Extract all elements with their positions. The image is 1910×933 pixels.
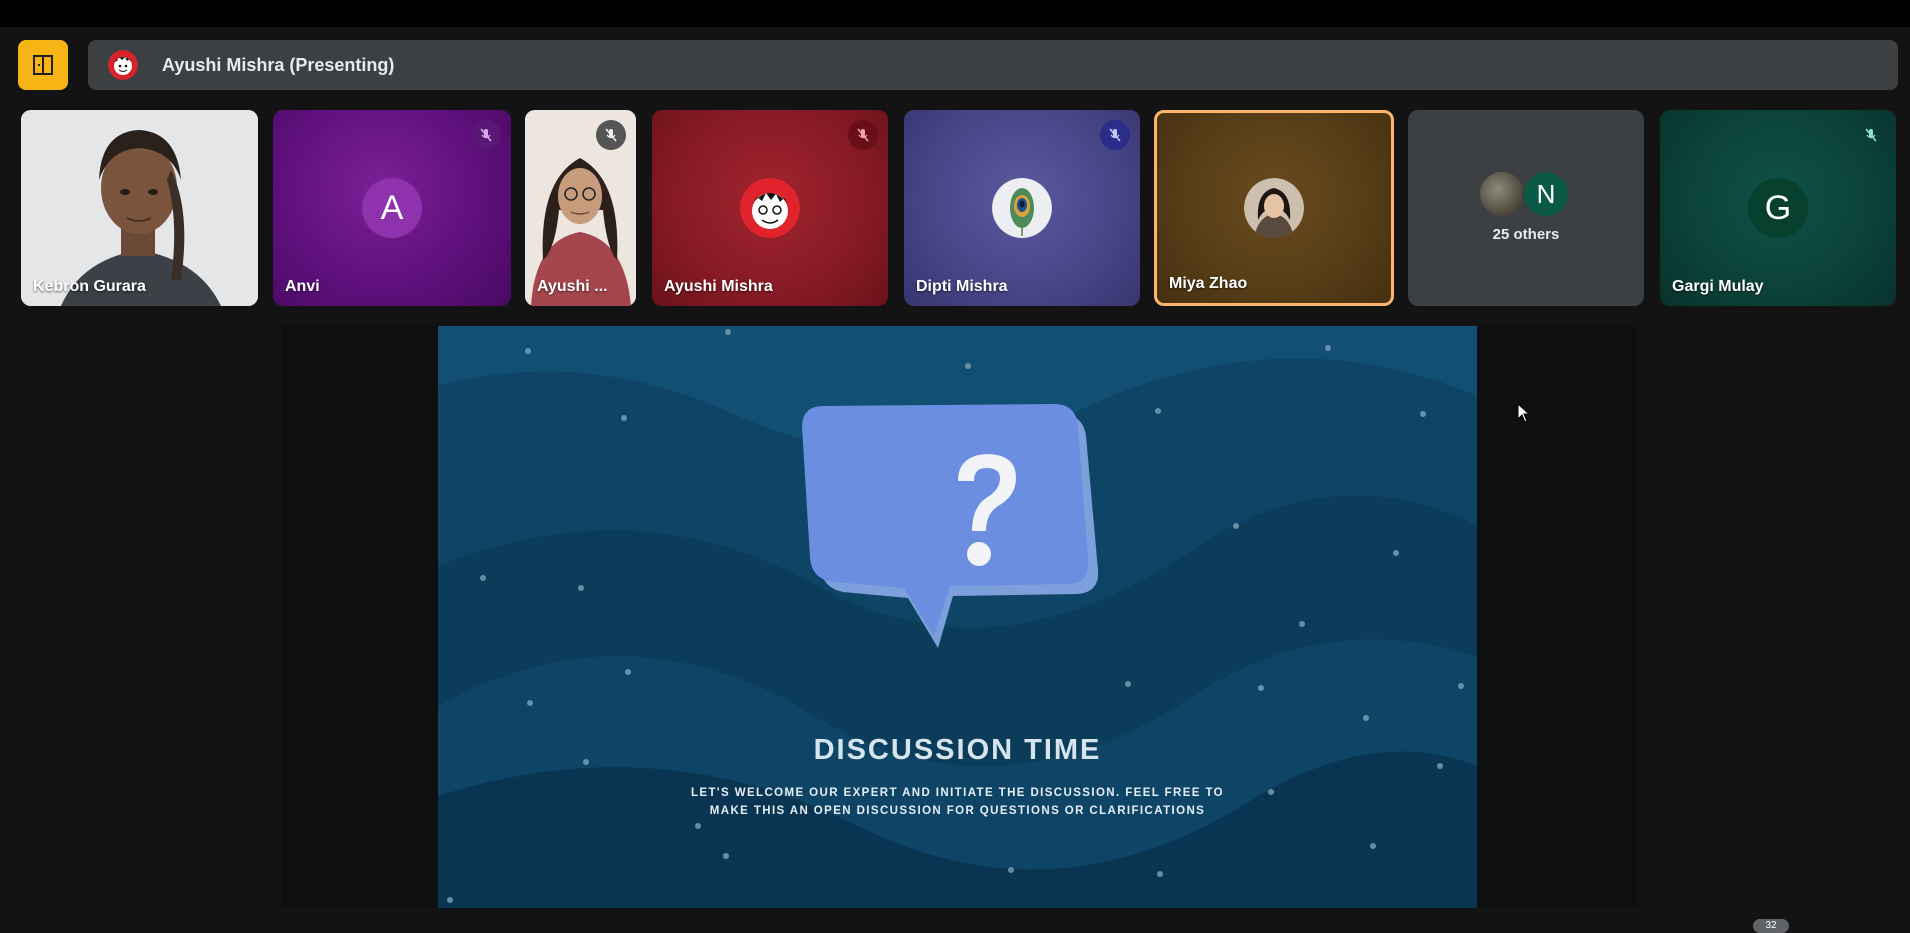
participant-name: Ayushi Mishra (664, 278, 773, 295)
top-bar (0, 0, 1910, 27)
participant-name: Miya Zhao (1169, 275, 1248, 292)
slide-background (438, 326, 1477, 908)
participant-tile[interactable]: Ayushi Mishra (652, 110, 888, 306)
avatar (992, 178, 1052, 238)
others-tile[interactable]: N 25 others (1408, 110, 1644, 306)
participant-name: Gargi Mulay (1672, 278, 1764, 295)
slide-subtitle-line: LET'S WELCOME OUR EXPERT AND INITIATE TH… (690, 787, 1225, 799)
layout-button[interactable] (18, 40, 68, 90)
mic-off-icon (596, 120, 626, 150)
presenting-row: Ayushi Mishra (Presenting) (18, 40, 1898, 90)
others-group: N 25 others (1408, 170, 1644, 243)
presenter-avatar (108, 50, 138, 80)
door-icon (33, 55, 53, 75)
participant-tile[interactable]: Kebron Gurara (21, 110, 258, 306)
participant-count-badge: 32 (1753, 919, 1789, 933)
avatar: A (362, 178, 422, 238)
participant-tile[interactable]: Dipti Mishra (904, 110, 1140, 306)
participant-tile-active-speaker[interactable]: Miya Zhao (1154, 110, 1394, 306)
avatar: N (1522, 170, 1570, 218)
presenting-label: Ayushi Mishra (Presenting) (162, 54, 395, 75)
others-avatars: N (1478, 170, 1574, 218)
participant-name: Dipti Mishra (916, 278, 1008, 295)
participant-tile[interactable]: G Gargi Mulay (1660, 110, 1896, 306)
presentation-slide[interactable]: DISCUSSION TIME LET'S WELCOME OUR EXPERT… (438, 326, 1477, 908)
slide-subtitle-line: MAKE THIS AN OPEN DISCUSSION FOR QUESTIO… (709, 805, 1206, 817)
participant-name: Kebron Gurara (33, 278, 146, 295)
slide-subtitle: LET'S WELCOME OUR EXPERT AND INITIATE TH… (638, 784, 1277, 820)
mic-off-icon (1856, 120, 1886, 150)
presenting-banner[interactable]: Ayushi Mishra (Presenting) (88, 40, 1898, 90)
participant-name: Ayushi ... (537, 278, 608, 295)
mic-off-icon (848, 120, 878, 150)
avatar (740, 178, 800, 238)
mouse-cursor-icon (1517, 403, 1531, 423)
participant-video (21, 110, 258, 306)
participant-tile[interactable]: A Anvi (273, 110, 511, 306)
avatar (1478, 170, 1526, 218)
participant-tile[interactable]: Ayushi ... (525, 110, 636, 306)
mic-off-icon (471, 120, 501, 150)
slide-title: DISCUSSION TIME (813, 734, 1102, 766)
participant-strip: Kebron Gurara A Anvi Ayushi ... Ayushi M… (0, 110, 1910, 306)
others-count: 25 others (1492, 226, 1560, 243)
participant-name: Anvi (285, 278, 320, 295)
mic-off-icon (1100, 120, 1130, 150)
avatar (1244, 178, 1304, 238)
avatar: G (1748, 178, 1808, 238)
